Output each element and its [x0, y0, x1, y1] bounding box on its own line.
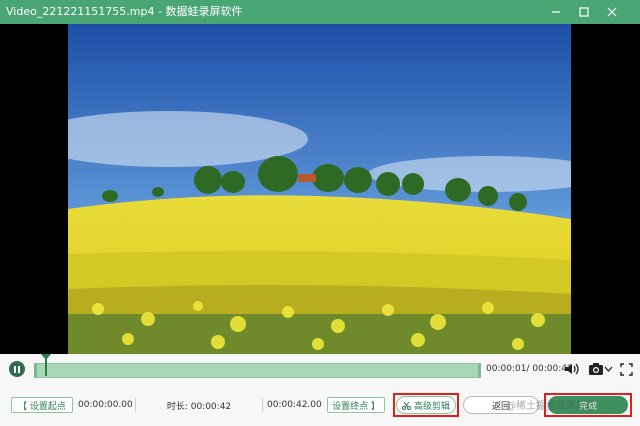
maximize-button[interactable] [570, 0, 598, 24]
maximize-icon [579, 7, 589, 17]
volume-icon [565, 363, 579, 375]
controls-panel: 00:00:01/ 00:00:42 【 设置起点 00:00:00.00 时长… [0, 354, 640, 426]
window-title: Video_221221151755.mp4 - 数据蛙录屏软件 [6, 5, 243, 18]
video-frame-image [68, 24, 571, 354]
video-area [0, 24, 640, 354]
chevron-down-icon [604, 366, 612, 372]
trim-end-handle[interactable] [478, 363, 481, 378]
playhead[interactable] [41, 354, 51, 376]
start-time-input[interactable]: 00:00:00.00 [73, 397, 135, 413]
title-bar: Video_221221151755.mp4 - 数据蛙录屏软件 [0, 0, 640, 24]
camera-icon [588, 363, 603, 375]
minimize-button[interactable] [542, 0, 570, 24]
fullscreen-icon [619, 362, 633, 376]
set-end-button[interactable]: 设置终点 】 [327, 397, 385, 413]
highlight-advanced-cut [393, 393, 459, 417]
close-button[interactable] [598, 0, 626, 24]
close-icon [607, 7, 617, 17]
fullscreen-button[interactable] [618, 360, 634, 378]
watermark: @稀土掘金技术社区 [506, 401, 596, 412]
trim-start-handle[interactable] [34, 363, 37, 378]
minimize-icon [552, 11, 560, 13]
pause-icon [14, 365, 16, 373]
timeline-track[interactable] [34, 363, 481, 378]
set-start-button[interactable]: 【 设置起点 [11, 397, 73, 413]
screenshot-button[interactable] [586, 360, 614, 378]
trim-controls: 【 设置起点 00:00:00.00 时长: 00:00:42 00:00:42… [11, 396, 385, 414]
time-display: 00:00:01/ 00:00:42 [486, 364, 573, 374]
end-time-input[interactable]: 00:00:42.00 [263, 397, 327, 413]
current-time: 00:00:01 [486, 364, 527, 374]
volume-button[interactable] [563, 360, 581, 378]
video-preview[interactable] [68, 24, 571, 354]
pause-button[interactable] [9, 361, 25, 377]
duration-display: 时长: 00:00:42 [166, 401, 232, 412]
